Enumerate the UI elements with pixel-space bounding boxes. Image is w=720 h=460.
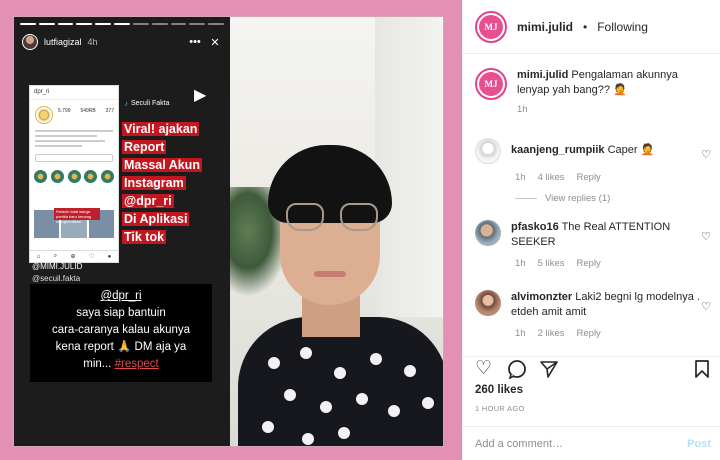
comment-time[interactable]: 1h: [515, 328, 526, 339]
headline-line: @dpr_ri: [122, 194, 174, 208]
post-header: MJ mimi.julid • Following: [463, 0, 720, 54]
story-avatar: [22, 34, 38, 50]
dpr-logo: [35, 106, 53, 124]
comment-likes[interactable]: 4 likes: [538, 172, 565, 183]
comment-icon[interactable]: [507, 359, 527, 384]
story-username: lutfiagizal: [44, 37, 82, 47]
embedded-red-banner: Relaxin total warga panitia baru kenang …: [54, 208, 100, 224]
headline-line: Report: [122, 140, 167, 154]
caption: MJ mimi.julid Pengalaman akunnya lenyap …: [475, 68, 715, 115]
message-line: min...: [83, 358, 112, 370]
headline-line: Tik tok: [122, 230, 167, 244]
reply-button[interactable]: Reply: [577, 328, 601, 339]
list-item: alvimonzter Laki2 begni lg modelnya . et…: [475, 290, 715, 339]
headline-line: Di Aplikasi: [122, 212, 190, 226]
story-mentions: @MIMI.JULID @secuil.fakta: [32, 261, 82, 285]
play-icon: ▶: [194, 87, 207, 104]
comment-likes[interactable]: 5 likes: [538, 258, 565, 269]
comment-username[interactable]: pfasko16: [511, 221, 559, 233]
story-header: lutfiagizal 4h ••• ✕: [22, 31, 222, 53]
tiktok-icon: ♪: [124, 99, 128, 108]
comment-username[interactable]: kaanjeng_rumpiik: [511, 144, 605, 156]
header-dot: •: [583, 19, 588, 34]
mj-logo: MJ: [479, 14, 503, 39]
embedded-stats: 5.799 549RB 377: [58, 108, 114, 114]
comment-username[interactable]: mimi.julid: [517, 69, 568, 81]
close-icon: ✕: [210, 36, 220, 49]
avatar[interactable]: MJ: [475, 68, 507, 100]
avatar[interactable]: [475, 220, 501, 246]
comment-time[interactable]: 1h: [515, 172, 526, 183]
mj-logo: MJ: [479, 72, 503, 96]
bookmark-icon[interactable]: [693, 359, 711, 384]
glasses: [286, 203, 378, 233]
reply-button[interactable]: Reply: [577, 172, 601, 183]
mention-mimi: @MIMI.JULID: [32, 262, 83, 271]
list-item: pfasko16 The Real ATTENTION SEEKER ♡ 1h …: [475, 220, 715, 269]
comment-text: Caper 🤦: [607, 144, 655, 156]
heart-icon[interactable]: ♡: [475, 359, 492, 379]
heart-icon[interactable]: ♡: [701, 148, 711, 161]
avatar[interactable]: MJ: [475, 10, 507, 43]
add-comment-bar: Post: [463, 426, 720, 460]
story-time: 4h: [87, 37, 98, 47]
embedded-stat: 5.799: [58, 108, 71, 114]
reply-button[interactable]: Reply: [577, 258, 601, 269]
message-handle: @dpr_ri: [100, 290, 142, 302]
more-dots-icon: •••: [189, 36, 201, 48]
comment-likes[interactable]: 2 likes: [538, 328, 565, 339]
comment-time[interactable]: 1h: [515, 258, 526, 269]
heart-icon[interactable]: ♡: [701, 230, 711, 243]
embedded-handle: dpr_ri: [30, 86, 118, 100]
embedded-profile-screenshot: dpr_ri 5.799 549RB 377 Relaxin total war…: [29, 85, 119, 263]
header-username[interactable]: mimi.julid: [517, 20, 573, 34]
likes-count[interactable]: 260 likes: [475, 384, 523, 396]
list-item: kaanjeng_rumpiik Caper 🤦 ♡ 1h 4 likes Re…: [475, 138, 715, 204]
following-button[interactable]: Following: [597, 20, 648, 34]
embedded-stat: 377: [105, 108, 114, 114]
comment-input[interactable]: [475, 437, 688, 450]
embedded-stat: 549RB: [80, 108, 96, 114]
view-replies-button[interactable]: View replies (1): [515, 193, 715, 204]
story-message: @dpr_ri saya siap bantuin cara-caranya k…: [30, 284, 212, 382]
post-time: 1 HOUR AGO: [475, 404, 525, 413]
post-image-frame: lutfiagizal 4h ••• ✕ dpr_ri 5.799 549RB …: [0, 0, 462, 460]
headline-line: Instagram: [122, 176, 186, 190]
headline-line: Massal Akun: [122, 158, 202, 172]
share-icon[interactable]: [539, 359, 559, 384]
heart-icon[interactable]: ♡: [701, 300, 711, 313]
embedded-bio: [35, 130, 113, 150]
post-panel: MJ mimi.julid • Following MJ mimi.julid …: [462, 0, 720, 460]
action-bar: ♡: [463, 356, 720, 380]
comment-time[interactable]: 1h: [517, 104, 528, 115]
tiktok-source: ♪ Seculi Fakta: [124, 99, 170, 108]
comment-username[interactable]: alvimonzter: [511, 291, 572, 303]
post-button[interactable]: Post: [687, 438, 711, 450]
selfie-photo: [230, 17, 443, 446]
message-line: saya siap bantuin: [76, 307, 166, 319]
avatar[interactable]: [475, 290, 501, 316]
embedded-highlights: [34, 170, 114, 183]
view-replies-label: View replies (1): [545, 193, 611, 204]
headline-text: Viral! ajakan Report Massal Akun Instagr…: [122, 120, 222, 246]
message-line: kena report 🙏 DM aja ya: [55, 341, 187, 353]
post-image[interactable]: lutfiagizal 4h ••• ✕ dpr_ri 5.799 549RB …: [13, 16, 444, 447]
avatar[interactable]: [475, 138, 501, 164]
respect-hashtag: #respect: [114, 358, 159, 370]
headline-line: Viral! ajakan: [122, 122, 200, 136]
tiktok-source-label: Seculi Fakta: [131, 100, 170, 107]
message-line: cara-caranya kalau akunya: [51, 324, 191, 336]
embedded-follow-button: [35, 154, 113, 162]
story-progress-bars: [20, 23, 224, 25]
story-screenshot: lutfiagizal 4h ••• ✕ dpr_ri 5.799 549RB …: [14, 17, 230, 446]
comments-list: MJ mimi.julid Pengalaman akunnya lenyap …: [463, 58, 720, 356]
